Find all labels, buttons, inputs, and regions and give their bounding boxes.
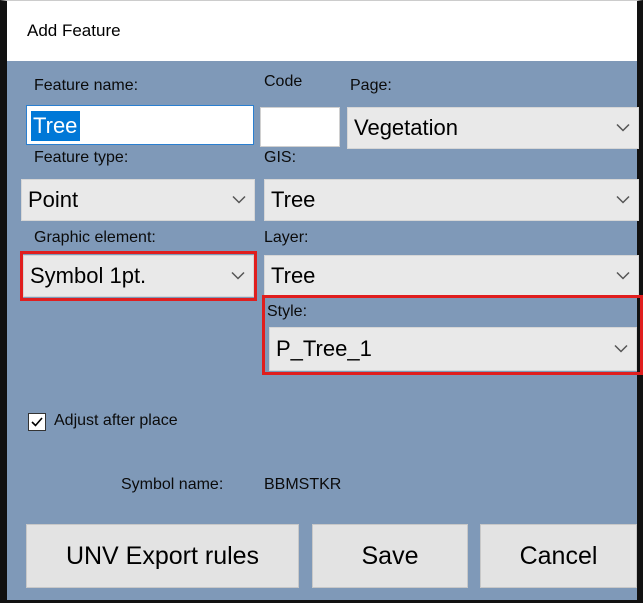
chevron-down-icon bbox=[231, 271, 245, 280]
graphic-element-value: Symbol 1pt. bbox=[30, 263, 147, 288]
chevron-down-icon bbox=[614, 344, 628, 353]
unv-export-rules-button[interactable]: UNV Export rules bbox=[26, 524, 299, 588]
feature-name-value: Tree bbox=[31, 111, 81, 141]
chevron-down-icon bbox=[232, 195, 246, 204]
feature-name-label: Feature name: bbox=[34, 77, 139, 94]
page-label: Page: bbox=[350, 77, 392, 94]
adjust-after-place-label: Adjust after place bbox=[54, 412, 178, 429]
style-dropdown[interactable]: P_Tree_1 bbox=[269, 327, 637, 371]
symbol-name-value: BBMSTKR bbox=[264, 476, 342, 493]
layer-label: Layer: bbox=[264, 229, 309, 246]
page-value: Vegetation bbox=[354, 115, 458, 140]
chevron-down-icon bbox=[616, 271, 630, 280]
feature-type-dropdown[interactable]: Point bbox=[21, 179, 255, 221]
feature-name-input[interactable]: Tree bbox=[26, 105, 254, 145]
add-feature-dialog: Add Feature Feature name: Code Page: Tre… bbox=[0, 0, 643, 603]
page-dropdown[interactable]: Vegetation bbox=[347, 107, 639, 149]
save-button[interactable]: Save bbox=[312, 524, 468, 588]
feature-type-label: Feature type: bbox=[34, 149, 129, 166]
layer-value: Tree bbox=[271, 263, 316, 288]
style-label: Style: bbox=[267, 303, 308, 320]
symbol-name-label: Symbol name: bbox=[121, 476, 224, 493]
style-value: P_Tree_1 bbox=[276, 336, 372, 361]
adjust-after-place-checkbox[interactable] bbox=[28, 413, 46, 431]
checkmark-icon bbox=[31, 417, 43, 427]
graphic-element-label: Graphic element: bbox=[34, 229, 156, 246]
code-input[interactable] bbox=[260, 107, 340, 147]
graphic-element-dropdown[interactable]: Symbol 1pt. bbox=[23, 255, 254, 297]
cancel-button[interactable]: Cancel bbox=[480, 524, 637, 588]
gis-dropdown[interactable]: Tree bbox=[264, 179, 639, 221]
feature-type-value: Point bbox=[28, 187, 79, 212]
chevron-down-icon bbox=[616, 195, 630, 204]
window-title: Add Feature bbox=[7, 1, 637, 61]
code-label: Code bbox=[264, 73, 303, 90]
layer-dropdown[interactable]: Tree bbox=[264, 255, 639, 297]
chevron-down-icon bbox=[616, 123, 630, 132]
gis-value: Tree bbox=[271, 187, 316, 212]
gis-label: GIS: bbox=[264, 149, 297, 166]
